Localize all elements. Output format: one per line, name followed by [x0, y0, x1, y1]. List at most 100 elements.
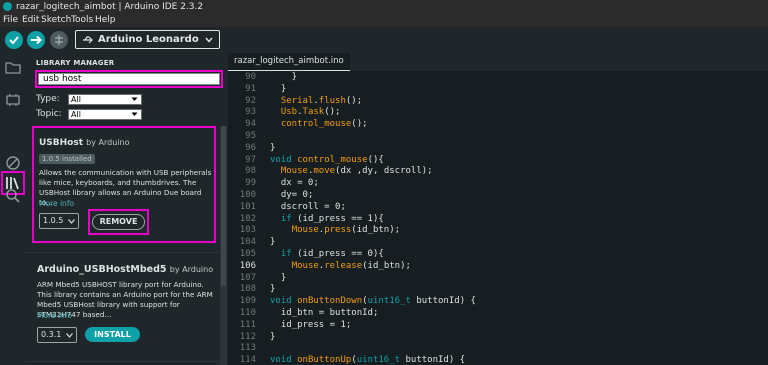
code-line[interactable]: Mouse.release(id_btn);: [270, 261, 411, 271]
folder-icon[interactable]: [4, 59, 22, 77]
debug-icon: [55, 35, 63, 45]
code-editor[interactable]: 90 } 91 } 92 Serial.flush(); 93 Usb.Task();…: [228, 71, 768, 365]
library-name: USBHost by Arduino: [39, 138, 130, 148]
code-line[interactable]: void onButtonDown(uint16_t buttonId) {: [270, 296, 476, 306]
library-card-usbhostmbed5: Arduino_USBHostMbed5 by Arduino ARM Mbed…: [32, 258, 216, 365]
line-number: 107: [239, 272, 256, 283]
board-selector[interactable]: Arduino Leonardo: [75, 30, 220, 49]
type-filter-select[interactable]: All: [68, 94, 142, 105]
card-divider: [26, 361, 220, 362]
library-search-input[interactable]: [38, 73, 220, 85]
menu-bar: File Edit Sketch Tools Help: [0, 14, 768, 27]
debug-button[interactable]: [50, 31, 68, 49]
window-title: razar_logitech_aimbot | Arduino IDE 2.3.…: [16, 2, 204, 12]
activity-bar: [0, 53, 26, 365]
code-line[interactable]: Mouse.press(id_btn);: [270, 225, 400, 235]
usb-icon: [83, 36, 93, 44]
line-number: 103: [239, 225, 256, 236]
line-number: 101: [239, 201, 256, 212]
remove-button[interactable]: REMOVE: [92, 214, 145, 230]
remove-button-highlight: REMOVE: [88, 209, 149, 235]
menu-sketch[interactable]: Sketch: [41, 14, 71, 27]
chevron-down-icon: [131, 112, 138, 116]
line-number: 90: [245, 72, 256, 82]
code-line[interactable]: }: [270, 237, 275, 247]
editor-tab-sketch[interactable]: razar_logitech_aimbot.ino: [228, 53, 350, 71]
arduino-app-icon: [3, 2, 12, 11]
type-filter-label: Type:: [36, 94, 60, 104]
code-line[interactable]: dscroll = 0;: [270, 202, 346, 212]
type-filter-value: All: [71, 95, 81, 104]
menu-help[interactable]: Help: [95, 14, 116, 27]
search-box-highlight: [35, 70, 223, 88]
line-number: 112: [239, 331, 256, 342]
version-select[interactable]: 1.0.5: [39, 213, 79, 229]
line-number: 111: [239, 319, 256, 330]
more-info-link[interactable]: More info: [37, 311, 72, 320]
code-line[interactable]: dy= 0;: [270, 190, 314, 200]
code-line[interactable]: dx = 0;: [270, 178, 319, 188]
menu-edit[interactable]: Edit: [22, 14, 39, 27]
line-number: 95: [245, 131, 256, 141]
line-number: 102: [239, 213, 256, 224]
more-info-link[interactable]: More info: [39, 199, 74, 208]
code-line[interactable]: control_mouse();: [270, 119, 368, 129]
card-divider: [26, 252, 220, 253]
code-line[interactable]: }: [270, 273, 286, 283]
line-number: 92: [245, 95, 256, 106]
line-number: 93: [245, 107, 256, 118]
topic-filter-value: All: [71, 110, 81, 119]
library-name: Arduino_USBHostMbed5 by Arduino: [37, 264, 214, 275]
title-bar: razar_logitech_aimbot | Arduino IDE 2.3.…: [0, 0, 768, 14]
line-number: 97: [245, 154, 256, 165]
chevron-down-icon: [131, 97, 138, 101]
installed-badge: 1.0.5 installed: [39, 154, 95, 164]
menu-file[interactable]: File: [3, 14, 18, 27]
code-line[interactable]: id_press = 1;: [270, 320, 351, 330]
line-number: 91: [245, 83, 256, 94]
chevron-down-icon: [68, 219, 75, 224]
editor-tab-bar: razar_logitech_aimbot.ino: [228, 53, 768, 71]
chevron-down-icon: [205, 37, 213, 43]
verify-button[interactable]: [5, 31, 23, 49]
toolbar: Arduino Leonardo: [0, 27, 768, 53]
code-line[interactable]: }: [270, 72, 297, 82]
code-line[interactable]: Usb.Task();: [270, 107, 341, 117]
topic-filter-label: Topic:: [36, 109, 62, 119]
boards-manager-icon[interactable]: [4, 91, 22, 109]
line-number: 99: [245, 178, 256, 189]
code-line[interactable]: Serial.flush();: [270, 96, 362, 106]
library-scrollbar-thumb[interactable]: [221, 126, 226, 286]
code-line[interactable]: Mouse.move(dx ,dy, dscroll);: [270, 166, 433, 176]
menu-tools[interactable]: Tools: [71, 14, 93, 27]
code-line[interactable]: }: [270, 84, 286, 94]
version-value: 0.3.1: [41, 330, 62, 339]
install-button[interactable]: INSTALL: [85, 327, 140, 342]
code-line[interactable]: id_btn = buttonId;: [270, 308, 379, 318]
code-line[interactable]: }: [270, 284, 275, 294]
line-number: 105: [239, 249, 256, 259]
line-number: 100: [239, 190, 256, 200]
topic-filter-select[interactable]: All: [68, 109, 142, 120]
line-number: 94: [245, 119, 256, 130]
search-icon[interactable]: [4, 187, 22, 205]
panel-title: LIBRARY MANAGER: [36, 59, 115, 67]
chevron-down-icon: [66, 333, 73, 338]
code-line[interactable]: if (id_press == 1){: [270, 214, 384, 224]
code-line[interactable]: }: [270, 143, 275, 153]
code-line[interactable]: void control_mouse(){: [270, 155, 384, 165]
verify-icon: [9, 36, 19, 45]
library-card-usbhost: USBHost by Arduino 1.0.5 installed Allow…: [32, 126, 216, 243]
line-number: 98: [245, 166, 256, 177]
version-value: 1.0.5: [43, 216, 64, 225]
line-number: 96: [245, 142, 256, 153]
debug-sidebar-icon[interactable]: [4, 154, 22, 172]
board-name: Arduino Leonardo: [98, 34, 199, 45]
upload-button[interactable]: [27, 31, 45, 49]
line-number: 104: [239, 237, 256, 248]
line-number: 114: [239, 355, 256, 365]
code-line[interactable]: void onButtonUp(uint16_t buttonId) {: [270, 355, 465, 365]
code-line[interactable]: }: [270, 332, 275, 342]
version-select[interactable]: 0.3.1: [37, 327, 77, 343]
code-line[interactable]: if (id_press == 0){: [270, 249, 384, 259]
